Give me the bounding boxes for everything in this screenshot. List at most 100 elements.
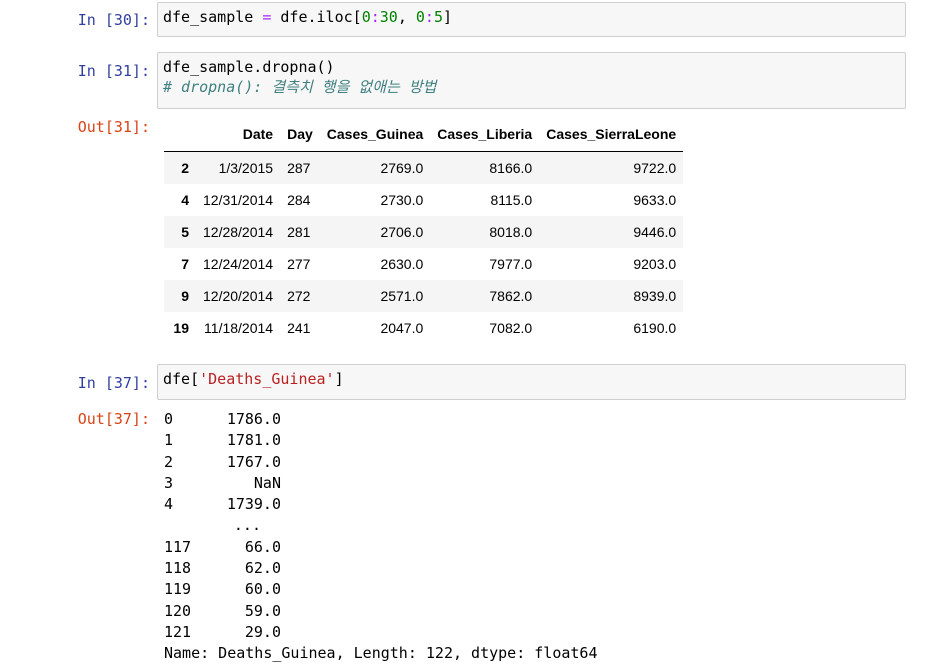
cell-cases-sierraleone: 6190.0 xyxy=(633,320,677,336)
series-index: 2 xyxy=(164,452,174,471)
code-colon: : xyxy=(370,8,380,26)
column-header-index xyxy=(164,117,196,152)
table-row: 4 12/31/2014 284 2730.0 8115.0 9633.0 xyxy=(164,184,683,216)
code-operator: = xyxy=(262,8,272,26)
series-index: 3 xyxy=(164,473,174,492)
series-index: 118 xyxy=(164,559,192,578)
cell-day: 287 xyxy=(287,160,311,176)
code-number: 0 xyxy=(361,8,371,26)
cell-date: 1/3/2015 xyxy=(218,160,274,176)
series-index: 4 xyxy=(164,495,174,514)
cell-cases-liberia: 7862.0 xyxy=(489,288,533,304)
output-prompt-37: Out[37]: xyxy=(77,410,150,428)
table-row: 19 11/18/2014 241 2047.0 7082.0 6190.0 xyxy=(164,312,683,344)
series-row: 117 66.0 xyxy=(164,537,597,558)
cell-date: 12/28/2014 xyxy=(203,224,274,240)
series-index: 121 xyxy=(164,622,192,641)
code-number: 5 xyxy=(433,8,443,26)
series-index: 117 xyxy=(164,537,192,556)
cell-date: 12/24/2014 xyxy=(203,256,274,272)
cell-cases-liberia: 7977.0 xyxy=(489,256,533,272)
series-output: 0 1786.0 1 1781.0 2 1767.0 3 NaN 4 1739.0 ...… xyxy=(164,409,597,665)
cell-day: 241 xyxy=(287,320,311,336)
code-sep: , xyxy=(397,8,416,26)
series-row: 0 1786.0 xyxy=(164,409,597,430)
series-row: 120 59.0 xyxy=(164,601,597,622)
cell-cases-sierraleone: 9446.0 xyxy=(633,224,677,240)
series-value: 1767.0 xyxy=(226,452,281,471)
series-row: 119 60.0 xyxy=(164,579,597,600)
row-index: 19 xyxy=(173,320,189,336)
cell-cases-guinea: 2730.0 xyxy=(380,192,424,208)
cell-cases-sierraleone: 9722.0 xyxy=(633,160,677,176)
column-header-date: Date xyxy=(196,117,281,152)
series-value: 29.0 xyxy=(244,622,281,641)
cell-cases-guinea: 2571.0 xyxy=(380,288,424,304)
table-header-row: Date Day Cases_Guinea Cases_Liberia Case… xyxy=(164,117,684,152)
cell-cases-guinea: 2630.0 xyxy=(380,256,424,272)
series-row: 1 1781.0 xyxy=(164,430,597,451)
row-index: 7 xyxy=(181,256,189,272)
cell-cases-liberia: 8018.0 xyxy=(489,224,533,240)
column-header-cases-guinea: Cases_Guinea xyxy=(319,117,431,152)
code-close: ] xyxy=(442,8,452,26)
series-row: 121 29.0 xyxy=(164,622,597,643)
code-var: dfe_sample xyxy=(163,8,254,26)
cell-cases-liberia: 8166.0 xyxy=(489,160,533,176)
code-number: 0 xyxy=(415,8,425,26)
column-header-cases-sierraleone: Cases_SierraLeone xyxy=(539,117,684,152)
cell-day: 272 xyxy=(287,288,311,304)
row-index: 2 xyxy=(181,160,189,176)
table-row: 2 1/3/2015 287 2769.0 8166.0 9722.0 xyxy=(164,151,684,184)
code-input-30[interactable]: dfe_sample = dfe.iloc[0:30, 0:5] xyxy=(157,2,906,37)
input-prompt-31: In [31]: xyxy=(77,62,150,80)
series-footer: Name: Deaths_Guinea, Length: 122, dtype:… xyxy=(164,644,598,663)
table-row: 9 12/20/2014 272 2571.0 7862.0 8939.0 xyxy=(164,280,684,312)
code-expr: dfe.iloc[ xyxy=(280,8,362,26)
code-line: dfe_sample.dropna() xyxy=(163,58,335,76)
series-row: 3 NaN xyxy=(164,473,597,494)
input-prompt-30: In [30]: xyxy=(77,11,150,29)
row-index: 9 xyxy=(181,288,189,304)
series-row: 2 1767.0 xyxy=(164,452,597,473)
cell-cases-guinea: 2047.0 xyxy=(380,320,424,336)
series-index: 1 xyxy=(164,431,174,450)
cell-cases-guinea: 2706.0 xyxy=(380,224,424,240)
series-index: 0 xyxy=(164,410,174,428)
code-comment: # dropna(): 결측치 행을 없애는 방법 xyxy=(163,78,437,96)
column-header-cases-liberia: Cases_Liberia xyxy=(430,117,540,152)
input-prompt-37: In [37]: xyxy=(77,374,150,392)
cell-date: 11/18/2014 xyxy=(204,320,274,336)
series-value: NaN xyxy=(253,473,281,492)
row-index: 5 xyxy=(181,224,189,240)
series-row: 4 1739.0 xyxy=(164,494,597,515)
series-value: 1739.0 xyxy=(226,495,281,514)
cell-day: 281 xyxy=(287,224,311,240)
series-ellipsis-row: ... xyxy=(164,515,597,536)
code-input-31[interactable]: dfe_sample.dropna() # dropna(): 결측치 행을 없애… xyxy=(157,52,906,109)
cell-date: 12/20/2014 xyxy=(203,288,274,304)
table-row: 7 12/24/2014 277 2630.0 7977.0 9203.0 xyxy=(164,248,683,280)
cell-cases-liberia: 7082.0 xyxy=(489,320,533,336)
series-value: 59.0 xyxy=(244,601,281,620)
column-header-day: Day xyxy=(280,117,320,152)
cell-day: 277 xyxy=(287,256,311,272)
cell-cases-sierraleone: 9203.0 xyxy=(633,256,677,272)
code-input-37[interactable]: dfe['Deaths_Guinea'] xyxy=(157,364,906,400)
row-index: 4 xyxy=(181,192,189,208)
cell-cases-sierraleone: 9633.0 xyxy=(633,192,677,208)
series-value: 62.0 xyxy=(244,559,281,578)
code-number: 30 xyxy=(379,8,398,26)
code-close: ] xyxy=(334,370,344,388)
series-ellipsis: ... xyxy=(233,516,261,535)
series-index: 119 xyxy=(164,580,192,599)
series-value: 1781.0 xyxy=(226,431,281,450)
cell-cases-guinea: 2769.0 xyxy=(380,160,424,176)
cell-cases-liberia: 8115.0 xyxy=(490,192,533,208)
code-string: 'Deaths_Guinea' xyxy=(199,370,335,388)
series-value: 60.0 xyxy=(244,580,281,599)
series-value: 66.0 xyxy=(244,537,281,556)
cell-date: 12/31/2014 xyxy=(203,192,274,208)
table-row: 5 12/28/2014 281 2706.0 8018.0 9446.0 xyxy=(164,216,684,248)
code-expr: dfe[ xyxy=(163,370,200,388)
